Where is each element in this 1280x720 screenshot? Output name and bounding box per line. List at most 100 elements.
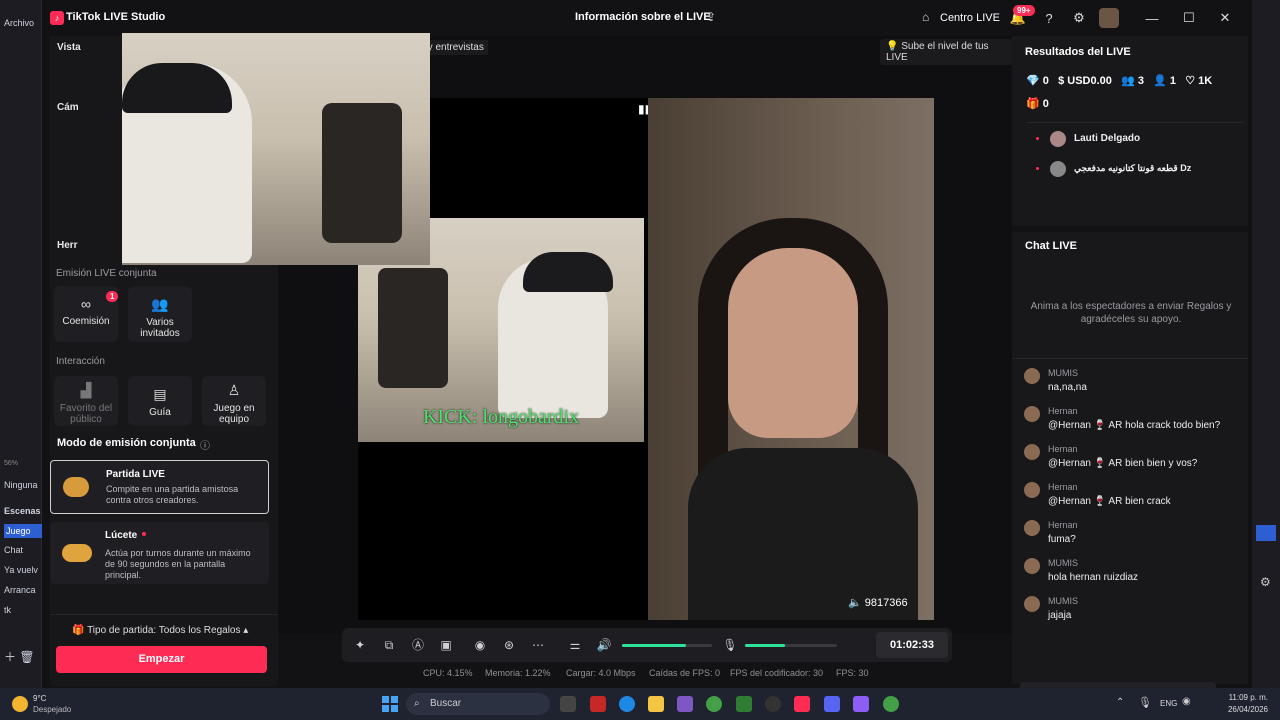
avatar xyxy=(1024,558,1040,574)
live-info-title[interactable]: Información sobre el LIVE xyxy=(575,11,711,23)
minimize-icon[interactable]: — xyxy=(1142,8,1162,28)
obs-add-icon[interactable]: ＋ 🗑 xyxy=(4,648,42,665)
share-icon[interactable]: ⇪ xyxy=(706,10,716,24)
pip-camera-preview[interactable] xyxy=(122,33,430,265)
help-icon[interactable]: ? xyxy=(1039,8,1059,28)
fps-stat: FPS: 30 xyxy=(836,668,869,678)
juego-equipo-button[interactable]: ♙ Juego en equipo xyxy=(202,376,266,426)
chat-user: MUMIS xyxy=(1048,368,1078,378)
volume-slider[interactable] xyxy=(622,644,712,647)
search-label: Buscar xyxy=(430,698,462,709)
magic-wand-icon[interactable]: ✦ xyxy=(352,637,368,653)
guia-button[interactable]: ▤ Guía xyxy=(128,376,192,426)
follow-icon: 👤 xyxy=(1153,75,1167,87)
obs-icon[interactable] xyxy=(765,696,781,712)
volume-icon[interactable]: 🔊 xyxy=(596,637,612,653)
obs-scene-tk[interactable]: tk xyxy=(4,605,42,615)
more-icon[interactable]: ⋯ xyxy=(530,637,546,653)
obs-scene-ninguna[interactable]: Ninguna xyxy=(4,480,42,490)
nvidia-icon[interactable] xyxy=(736,696,752,712)
microphone-icon[interactable]: 🎙 xyxy=(1138,696,1152,709)
chrome-icon[interactable] xyxy=(883,696,899,712)
tiktok-icon[interactable] xyxy=(794,696,810,712)
favorito-button[interactable]: ▟ Favorito del público xyxy=(54,376,118,426)
partida-live-card[interactable]: Partida LIVE Compite en una partida amis… xyxy=(50,460,269,514)
mic-slider-fill xyxy=(745,644,785,647)
network-icon[interactable]: ◉ xyxy=(1182,696,1191,707)
pip-chair-shape xyxy=(322,103,402,243)
chat-text: fuma? xyxy=(1048,534,1076,545)
chat-text: hola hernan ruizdiaz xyxy=(1048,572,1139,583)
memory-stat: Memoria: 1.22% xyxy=(485,668,551,678)
avatar xyxy=(1050,161,1066,177)
centro-live-link[interactable]: Centro LIVE xyxy=(940,12,1000,24)
obs-right-panel: ⚙ xyxy=(1252,0,1280,688)
chrome-icon[interactable] xyxy=(706,696,722,712)
task-view-icon[interactable] xyxy=(560,696,576,712)
avatar[interactable] xyxy=(1099,8,1119,28)
home-icon[interactable]: ⌂ xyxy=(922,10,929,24)
windows-start-icon[interactable] xyxy=(382,696,398,712)
folder-icon[interactable] xyxy=(648,696,664,712)
encoder-fps-stat: FPS del codificador: 30 xyxy=(730,668,824,678)
start-button[interactable]: Empezar xyxy=(56,646,267,673)
cpu-stat: CPU: 4.15% xyxy=(423,668,473,678)
avatar xyxy=(1024,596,1040,612)
gear-icon[interactable]: ⚙ xyxy=(1260,575,1271,589)
chevron-up-icon[interactable]: ⌃ xyxy=(1116,697,1124,708)
microphone-icon[interactable]: 🎙 xyxy=(722,637,738,653)
edge-icon[interactable] xyxy=(619,696,635,712)
obs-right-selection xyxy=(1256,525,1276,541)
level-up-label: Sube el nivel de tus LIVE xyxy=(886,41,989,63)
lucete-card[interactable]: Lúcete Actúa por turnos durante un máxim… xyxy=(50,522,269,584)
chat-user: Hernan xyxy=(1048,482,1078,492)
chat-user: Hernan xyxy=(1048,444,1078,454)
copilot-icon[interactable] xyxy=(677,696,693,712)
guia-label: Guía xyxy=(149,407,171,418)
chat-user: MUMIS xyxy=(1048,596,1078,606)
vista-label: Vista xyxy=(57,42,81,53)
avatar xyxy=(1024,406,1040,422)
obs-scene-yavuelvo[interactable]: Ya vuelv xyxy=(4,565,42,575)
kick-overlay-text: KICK: longobardix xyxy=(422,406,580,428)
screen-icon[interactable]: ▣ xyxy=(438,637,454,653)
avatar xyxy=(1050,131,1066,147)
ai-icon[interactable]: Ⓐ xyxy=(410,637,426,653)
user-name: Lauti Delgado xyxy=(1074,133,1141,144)
layout-icon[interactable]: ⧉ xyxy=(381,637,397,653)
camara-label: Cám xyxy=(57,102,79,113)
level-up-button[interactable]: 💡 Sube el nivel de tus LIVE xyxy=(880,39,1012,65)
clock-time[interactable]: 11:09 p. m. xyxy=(1226,693,1268,702)
new-dot xyxy=(142,532,146,536)
viewers-icon: 👥 xyxy=(1121,75,1135,87)
obs-scene-chat[interactable]: Chat xyxy=(4,545,42,555)
chat-text: na,na,na xyxy=(1048,382,1087,393)
varios-invitados-button[interactable]: 👥 Varios invitados xyxy=(128,286,192,342)
herramientas-label: Herr xyxy=(57,240,78,251)
mode-title: Modo de emisión conjunta xyxy=(57,437,196,449)
gift-box-icon: 🎁 xyxy=(1026,98,1040,110)
discord-icon[interactable] xyxy=(824,696,840,712)
avatar xyxy=(1024,368,1040,384)
obs-scene-arranca[interactable]: Arranca xyxy=(4,585,42,595)
close-icon[interactable]: ✕ xyxy=(1215,8,1235,28)
search-box[interactable]: ⌕ Buscar xyxy=(406,693,550,715)
chair-shape xyxy=(378,268,448,388)
maximize-icon[interactable]: ☐ xyxy=(1179,8,1199,28)
guest-shirt-shape xyxy=(688,448,918,620)
mic-slider[interactable] xyxy=(745,644,837,647)
diamonds-value: 0 xyxy=(1042,75,1049,87)
right-panel: Resultados del LIVE 💎 0 $ USD0.00 👥 3 👤 … xyxy=(1012,36,1250,706)
obs-scene-juego[interactable]: Juego xyxy=(4,524,42,538)
app-icon[interactable] xyxy=(590,696,606,712)
sliders-icon[interactable]: ⚌ xyxy=(567,637,583,653)
camera-flip-icon[interactable]: ⊛ xyxy=(501,637,517,653)
tipo-partida-selector[interactable]: 🎁 Tipo de partida: Todos los Regalos ▴ xyxy=(72,625,248,636)
settings-icon[interactable]: ⚙ xyxy=(1069,8,1089,28)
info-icon[interactable]: ⓘ xyxy=(200,437,210,452)
app-icon[interactable] xyxy=(853,696,869,712)
obs-menu-archivo[interactable]: Archivo xyxy=(4,18,42,28)
language-indicator[interactable]: ENG xyxy=(1160,699,1177,708)
clock-date[interactable]: 26/04/2026 xyxy=(1220,705,1268,714)
record-icon[interactable]: ◉ xyxy=(472,637,488,653)
